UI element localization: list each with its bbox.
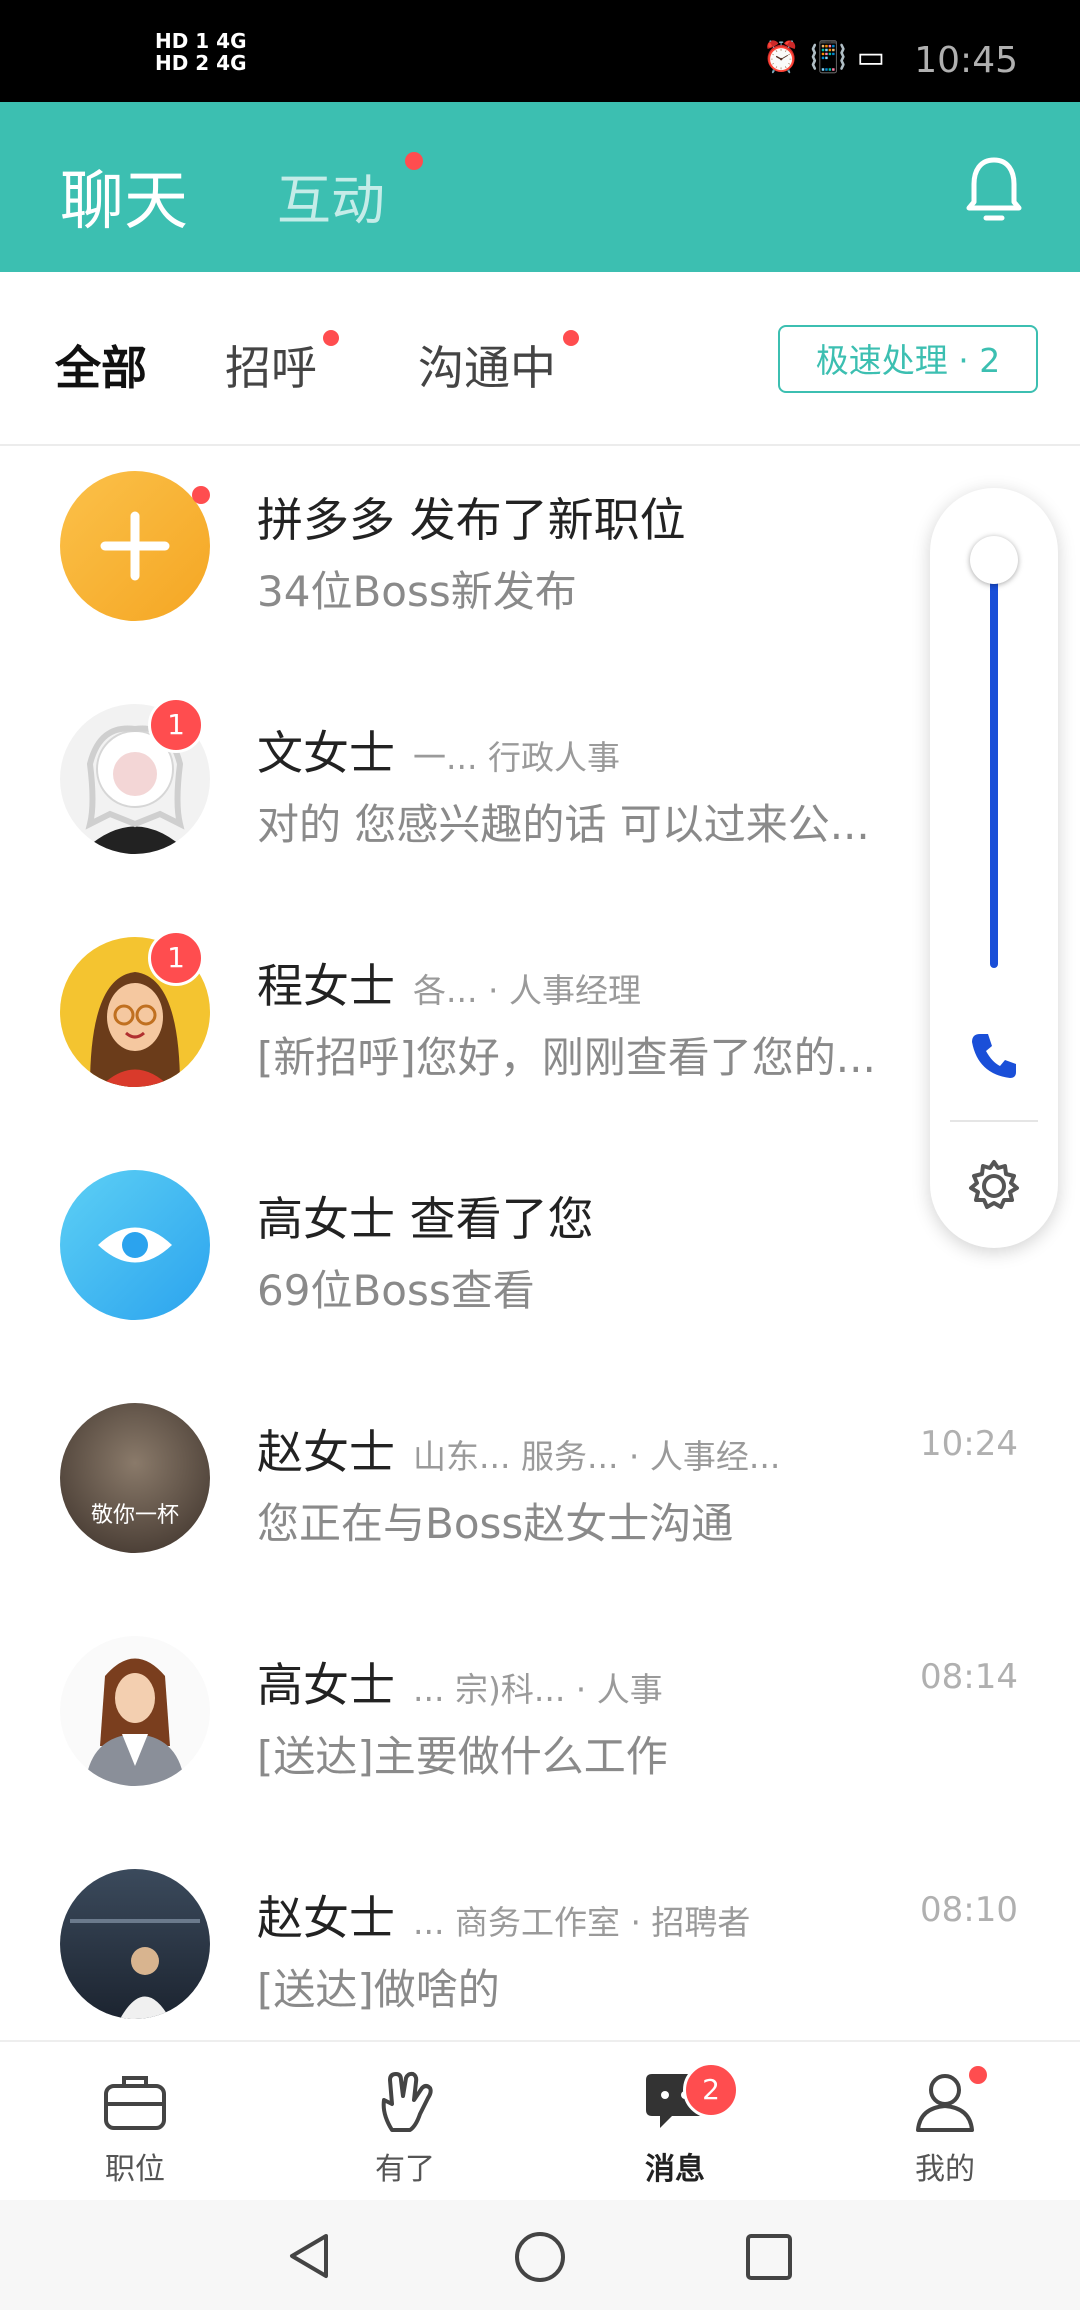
nav-mine-label: 我的 — [915, 2152, 975, 2187]
volume-panel — [930, 488, 1058, 1248]
conversation-preview: [新招呼]您好，刚刚查看了您的... — [257, 1033, 876, 1082]
nav-jobs-label: 职位 — [105, 2152, 165, 2187]
contact-company: ... 宗)科... · 人事 — [413, 1670, 663, 1709]
nav-jobs[interactable]: 职位 — [55, 2070, 215, 2188]
app-header: 聊天 互动 — [0, 102, 1080, 272]
nav-messages[interactable]: 消息 2 — [595, 2062, 755, 2188]
filter-all[interactable]: 全部 — [55, 332, 147, 398]
conversation-preview: 69位Boss查看 — [257, 1266, 535, 1315]
nav-mine[interactable]: 我的 — [865, 2066, 1025, 2188]
nav-got-it-label: 有了 — [375, 2152, 435, 2187]
volume-slider-knob[interactable] — [970, 536, 1018, 584]
tab-chat[interactable]: 聊天 — [60, 150, 188, 242]
mine-unread-dot — [969, 2066, 987, 2084]
list-item[interactable]: 高女士 查看了您 69位Boss查看 10 — [0, 1145, 1080, 1378]
hand-icon — [381, 2071, 433, 2132]
recents-icon[interactable] — [744, 2232, 794, 2282]
tab-interact[interactable]: 互动 — [277, 156, 385, 235]
conversation-preview: [送达]主要做什么工作 — [257, 1732, 668, 1781]
bell-icon[interactable] — [965, 154, 1023, 224]
unread-dot — [192, 486, 210, 504]
conversation-preview: [送达]做啥的 — [257, 1965, 500, 2014]
signal-sim1: HD 1 4G — [155, 29, 247, 53]
viewed-avatar — [60, 1170, 210, 1320]
contact-name: 赵女士 — [257, 1891, 395, 1945]
avatar-caption: 敬你一杯 — [90, 1503, 179, 1528]
conversation-name: 高女士 查看了您 — [257, 1192, 594, 1246]
conversation-title: 赵女士 ... 商务工作室 · 招聘者 — [257, 1882, 750, 1948]
conversation-title: 赵女士 山东... 服务... · 人事经... — [257, 1416, 780, 1482]
clock: 10:45 — [914, 40, 1018, 81]
contact-company: 一... 行政人事 — [413, 738, 620, 777]
contact-name: 程女士 — [257, 959, 395, 1013]
contact-company: 各... · 人事经理 — [413, 971, 641, 1010]
list-item[interactable]: 拼多多 发布了新职位 34位Boss新发布 — [0, 446, 1080, 679]
contact-company: ... 商务工作室 · 招聘者 — [413, 1903, 751, 1942]
conversation-preview: 对的 您感兴趣的话 可以过来公... — [257, 800, 870, 849]
conversation-title: 高女士 ... 宗)科... · 人事 — [257, 1649, 663, 1715]
filter-greet[interactable]: 招呼 — [225, 332, 317, 398]
conversation-preview: 您正在与Boss赵女士沟通 — [257, 1499, 734, 1548]
avatar: 敬你一杯 — [60, 1403, 210, 1553]
conversation-time: 08:14 — [920, 1657, 1018, 1697]
unread-badge: 1 — [148, 930, 204, 986]
phone-icon[interactable] — [966, 1028, 1022, 1084]
nav-got-it[interactable]: 有了 — [325, 2070, 485, 2188]
list-item[interactable]: 赵女士 ... 商务工作室 · 招聘者 [送达]做啥的 08:10 — [0, 1844, 1080, 2040]
avatar — [60, 1869, 210, 2019]
bottom-nav: 职位 有了 消息 2 我的 — [0, 2040, 1080, 2202]
list-item[interactable]: 敬你一杯 赵女士 山东... 服务... · 人事经... 您正在与Boss赵女士… — [0, 1378, 1080, 1611]
greet-unread-dot — [323, 330, 339, 346]
plus-icon — [100, 511, 170, 581]
conversation-name: 拼多多 发布了新职位 — [257, 493, 686, 547]
messages-badge: 2 — [683, 2062, 739, 2118]
signal-sim2: HD 2 4G — [155, 51, 247, 75]
unread-badge: 1 — [148, 697, 204, 753]
talking-unread-dot — [563, 330, 579, 346]
conversation-list: 拼多多 发布了新职位 34位Boss新发布 1 文女士 一... 行政人事 对的 … — [0, 446, 1080, 2040]
home-icon[interactable] — [513, 2230, 567, 2284]
conversation-preview: 34位Boss新发布 — [257, 567, 577, 616]
contact-name: 高女士 — [257, 1658, 395, 1712]
filter-bar: 全部 招呼 沟通中 极速处理 · 2 — [0, 272, 1080, 446]
back-icon[interactable] — [284, 2230, 334, 2282]
signal-indicators: HD 1 4G HD 2 4G — [155, 30, 247, 74]
contact-company: 山东... 服务... · 人事经... — [413, 1437, 781, 1476]
conversation-time: 10:24 — [920, 1424, 1018, 1464]
briefcase-icon — [104, 2076, 166, 2130]
interact-unread-dot — [405, 152, 423, 170]
quick-process-button[interactable]: 极速处理 · 2 — [778, 325, 1038, 393]
avatar — [60, 1636, 210, 1786]
volume-slider-track[interactable] — [990, 568, 998, 968]
status-bar: HD 1 4G HD 2 4G ⏰ 📳 ▭ 10:45 — [0, 0, 1080, 102]
new-jobs-avatar — [60, 471, 210, 621]
alarm-vibrate-battery-icons: ⏰ 📳 ▭ — [762, 40, 885, 75]
conversation-title: 文女士 一... 行政人事 — [257, 717, 620, 783]
settings-gear-icon[interactable] — [964, 1156, 1024, 1216]
nav-messages-label: 消息 — [645, 2152, 705, 2187]
list-item[interactable]: 1 文女士 一... 行政人事 对的 您感兴趣的话 可以过来公... — [0, 679, 1080, 912]
conversation-title: 程女士 各... · 人事经理 — [257, 950, 641, 1016]
list-item[interactable]: 高女士 ... 宗)科... · 人事 [送达]主要做什么工作 08:14 — [0, 1611, 1080, 1844]
contact-name: 赵女士 — [257, 1425, 395, 1479]
system-nav-bar — [0, 2200, 1080, 2310]
list-item[interactable]: 1 程女士 各... · 人事经理 [新招呼]您好，刚刚查看了您的... — [0, 912, 1080, 1145]
eye-icon — [98, 1227, 172, 1263]
panel-divider — [950, 1120, 1038, 1122]
filter-talking[interactable]: 沟通中 — [418, 332, 556, 398]
contact-name: 文女士 — [257, 726, 395, 780]
conversation-time: 08:10 — [920, 1890, 1018, 1930]
